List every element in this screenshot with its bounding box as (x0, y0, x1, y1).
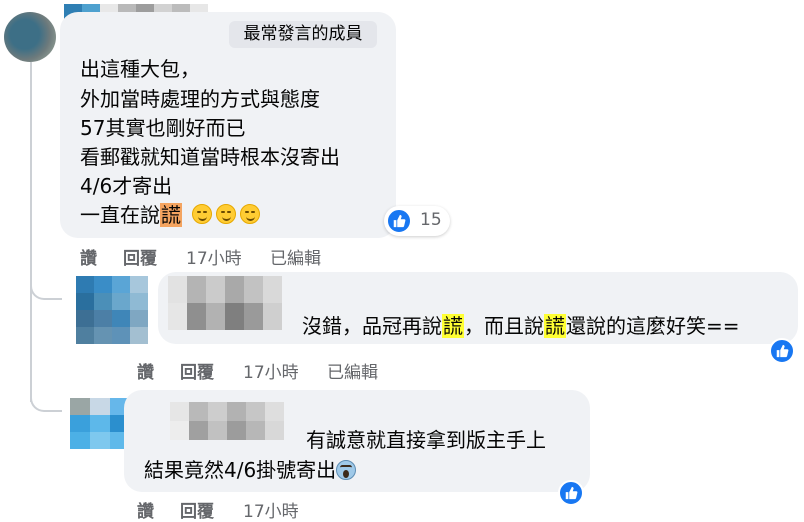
comment-line: 有誠意就直接拿到版主手上 (306, 428, 546, 452)
avatar[interactable] (4, 12, 56, 62)
reply-button[interactable]: 回覆 (180, 358, 214, 383)
top-fan-badge: 最常發言的成員 (229, 21, 377, 48)
comment-line: 外加當時處理的方式與態度 (80, 87, 320, 111)
like-button[interactable]: 讚 (137, 358, 154, 383)
reaction-summary[interactable]: 15 (384, 206, 450, 236)
author-name-blurred[interactable] (168, 276, 282, 330)
timestamp[interactable]: 17小時 (186, 244, 242, 269)
like-icon[interactable] (769, 338, 795, 364)
smirk-emoji-icon (192, 204, 213, 224)
comment-line: 出這種大包， (80, 57, 200, 81)
like-icon[interactable] (558, 480, 584, 506)
reply-button[interactable]: 回覆 (180, 497, 214, 522)
like-button[interactable]: 讚 (137, 497, 154, 522)
timestamp[interactable]: 17小時 (243, 497, 299, 522)
author-name-blurred[interactable] (170, 402, 284, 440)
like-icon (386, 208, 412, 234)
reaction-count: 15 (420, 210, 442, 230)
smirk-emoji-icon (240, 204, 261, 224)
comment-line: 結果竟然4/6掛號寄出 (144, 455, 357, 485)
highlighted-word: 謊 (160, 203, 182, 227)
screaming-face-emoji-icon (336, 460, 357, 480)
comment-text: 沒錯，品冠再說謊，而且說謊還說的這麼好笑== (302, 314, 740, 338)
thread-branch (30, 390, 62, 412)
thread-line (30, 62, 32, 402)
comment-actions: 讚 回覆 17小時 (137, 497, 457, 522)
smirk-emoji-icon (216, 204, 237, 224)
edited-label: 已編輯 (327, 363, 378, 383)
edited-label: 已編輯 (270, 249, 321, 269)
comment-line: 4/6才寄出 (80, 174, 173, 198)
highlighted-word: 謊 (544, 314, 566, 338)
comment-actions: 讚 回覆 17小時 已編輯 (137, 358, 457, 383)
thread-branch (30, 278, 62, 300)
comment-text: 一直在說 (80, 203, 160, 227)
highlighted-word: 謊 (442, 314, 464, 338)
timestamp[interactable]: 17小時 (243, 358, 299, 383)
comment-line: 看郵戳就知道當時根本沒寄出 (80, 145, 340, 169)
reply-button[interactable]: 回覆 (123, 244, 157, 269)
like-button[interactable]: 讚 (80, 244, 97, 269)
comment-line: 一直在說謊 (80, 200, 261, 230)
comment-line: 57其實也剛好而已 (80, 116, 246, 140)
comment-actions: 讚 回覆 17小時 已編輯 (80, 244, 400, 269)
avatar-blurred[interactable] (76, 276, 148, 344)
